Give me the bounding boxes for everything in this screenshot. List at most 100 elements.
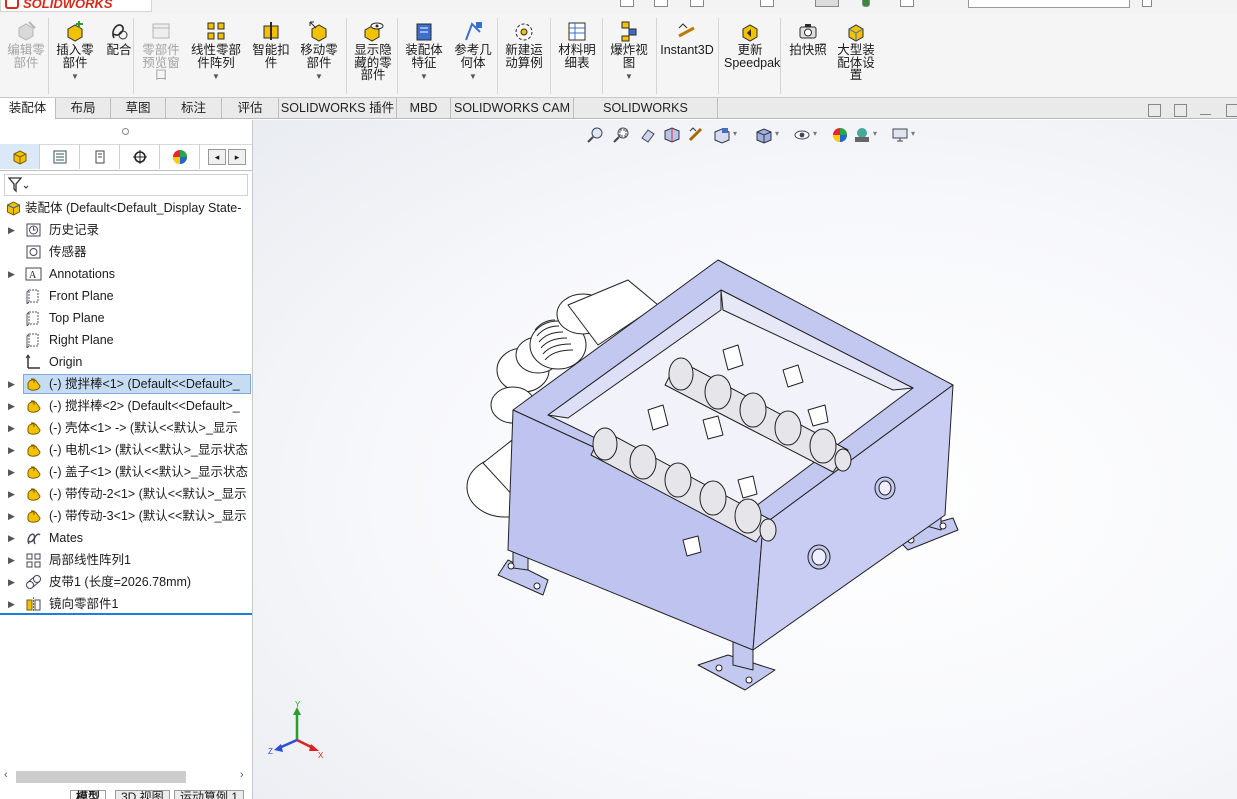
expand-arrow-icon[interactable]: ▶ xyxy=(8,373,15,395)
apply-scene-dropdown-icon[interactable]: ▾ xyxy=(873,129,877,138)
expand-arrow-icon[interactable]: ▶ xyxy=(8,505,15,527)
select-icon[interactable] xyxy=(815,0,839,7)
expand-arrow-icon[interactable]: ▶ xyxy=(8,417,15,439)
dynamic-annotation-icon[interactable] xyxy=(687,126,705,144)
tab-display-manager[interactable] xyxy=(160,144,200,169)
filter-icon[interactable] xyxy=(8,177,30,193)
apply-scene-icon[interactable] xyxy=(853,126,871,144)
tab-1[interactable]: 布局 xyxy=(56,98,111,119)
tree-item[interactable]: ▶ 历史记录 xyxy=(0,219,252,241)
toolbar-button-smart-fasteners[interactable]: 智能扣 件 xyxy=(249,20,293,96)
tab-dimxpert-manager[interactable] xyxy=(120,144,160,169)
help-icon[interactable] xyxy=(1142,0,1152,7)
search-input[interactable] xyxy=(968,0,1130,8)
tree-root[interactable]: 装配体 (Default<Default_Display State- xyxy=(0,197,252,219)
view-settings-icon[interactable] xyxy=(891,126,909,144)
minimize-icon[interactable] xyxy=(1200,114,1211,116)
rebuild-icon[interactable] xyxy=(862,0,870,7)
splitter-handle-icon[interactable] xyxy=(122,128,129,135)
scroll-left-icon[interactable]: ◂ xyxy=(208,149,226,165)
panel-splitter[interactable] xyxy=(0,120,252,145)
toolbar-button-assembly-feature[interactable]: 装配体 特征 ▼ xyxy=(402,20,446,96)
options-icon[interactable] xyxy=(900,0,914,7)
toolbar-button-insert-component[interactable]: 插入零 部件 ▼ xyxy=(54,20,96,96)
tree-item[interactable]: Top Plane xyxy=(0,307,252,329)
display-style-icon[interactable] xyxy=(755,126,773,144)
tree-item[interactable]: ▶ (-) 电机<1> (默认<<默认>_显示状态 xyxy=(0,439,252,461)
tree-item[interactable]: 传感器 xyxy=(0,241,252,263)
dropdown-arrow-icon[interactable]: ▼ xyxy=(451,71,495,84)
print-icon[interactable] xyxy=(760,0,774,7)
expand-arrow-icon[interactable]: ▶ xyxy=(8,593,15,615)
toolbar-button-component-preview[interactable]: 零部件 预览窗 口 xyxy=(139,20,183,96)
tree-item[interactable]: Front Plane xyxy=(0,285,252,307)
tree-item[interactable]: ▶ (-) 带传动-2<1> (默认<<默认>_显示 xyxy=(0,483,252,505)
scroll-right-arrow-icon[interactable]: › xyxy=(240,769,244,781)
tab-6[interactable]: MBD xyxy=(397,98,451,119)
tree-filter-input[interactable] xyxy=(4,174,248,196)
edit-appearance-icon[interactable] xyxy=(831,126,849,144)
toolbar-button-reference-geometry[interactable]: 参考几 何体 ▼ xyxy=(451,20,495,96)
tree-horizontal-scrollbar[interactable]: ‹ › xyxy=(0,768,252,786)
toolbar-button-show-hidden[interactable]: 显示隐 藏的零 部件 xyxy=(351,20,395,96)
tile-right-icon[interactable] xyxy=(1174,104,1187,117)
assembly-3d-model[interactable] xyxy=(453,250,973,720)
bottom-tab-1[interactable]: 3D 视图 xyxy=(115,790,170,799)
expand-arrow-icon[interactable]: ▶ xyxy=(8,483,15,505)
hide-show-items-icon[interactable] xyxy=(793,126,811,144)
tree-item[interactable]: Right Plane xyxy=(0,329,252,351)
dropdown-arrow-icon[interactable]: ▼ xyxy=(187,71,245,84)
expand-arrow-icon[interactable]: ▶ xyxy=(8,395,15,417)
expand-arrow-icon[interactable]: ▶ xyxy=(8,219,15,241)
tree-item[interactable]: ▶ 局部线性阵列1 xyxy=(0,549,252,571)
tab-0[interactable]: 装配体 xyxy=(0,98,56,119)
tab-property-manager[interactable] xyxy=(40,144,80,169)
tab-feature-manager[interactable] xyxy=(0,144,40,169)
expand-arrow-icon[interactable]: ▶ xyxy=(8,263,15,285)
open-file-icon[interactable] xyxy=(654,0,668,7)
tree-item[interactable]: ▶ (-) 搅拌棒<2> (Default<<Default>_ xyxy=(0,395,252,417)
toolbar-button-exploded-view[interactable]: 爆炸视 图 ▼ xyxy=(607,20,651,96)
save-icon[interactable] xyxy=(690,0,704,7)
graphics-area[interactable]: ▾ ▾ ▾ ▾ ▾ Y X Z xyxy=(253,120,1237,799)
expand-arrow-icon[interactable]: ▶ xyxy=(8,549,15,571)
new-file-icon[interactable] xyxy=(620,0,634,7)
tab-2[interactable]: 草图 xyxy=(111,98,166,119)
zoom-to-area-icon[interactable] xyxy=(613,126,631,144)
tree-item[interactable]: ▶ A Annotations xyxy=(0,263,252,285)
toolbar-button-large-assembly[interactable]: 大型装 配体设 置 xyxy=(834,20,878,96)
expand-arrow-icon[interactable]: ▶ xyxy=(8,527,15,549)
dropdown-arrow-icon[interactable]: ▼ xyxy=(54,71,96,84)
scrollbar-thumb[interactable] xyxy=(16,771,186,783)
dropdown-arrow-icon[interactable]: ▼ xyxy=(607,71,651,84)
hide-show-dropdown-icon[interactable]: ▾ xyxy=(813,129,817,138)
toolbar-button-speedpak[interactable]: 更新 Speedpak xyxy=(724,20,780,96)
previous-view-icon[interactable] xyxy=(639,126,657,144)
view-orientation-icon[interactable] xyxy=(713,126,731,144)
bottom-tab-0[interactable]: 模型 xyxy=(70,790,107,799)
dropdown-arrow-icon[interactable]: ▼ xyxy=(297,71,341,84)
tab-configuration-manager[interactable] xyxy=(80,144,120,169)
zoom-to-fit-icon[interactable] xyxy=(587,126,605,144)
solidworks-logo[interactable]: SOLIDWORKS xyxy=(0,0,152,12)
tree-item[interactable]: ▶ 镜向零部件1 xyxy=(0,593,252,615)
tab-8[interactable]: SOLIDWORKS Inspection xyxy=(574,98,718,136)
tab-7[interactable]: SOLIDWORKS CAM xyxy=(451,98,574,119)
dropdown-arrow-icon[interactable]: ▼ xyxy=(402,71,446,84)
tree-item[interactable]: ▶ (-) 搅拌棒<1> (Default<<Default>_ xyxy=(0,373,252,395)
view-settings-dropdown-icon[interactable]: ▾ xyxy=(911,129,915,138)
expand-arrow-icon[interactable]: ▶ xyxy=(8,571,15,593)
toolbar-button-bom[interactable]: 材料明 细表 xyxy=(555,20,599,96)
toolbar-button-mate[interactable]: 配合 xyxy=(103,20,135,96)
toolbar-button-move-component[interactable]: 移动零 部件 ▼ xyxy=(297,20,341,96)
tree-item[interactable]: ▶ (-) 带传动-3<1> (默认<<默认>_显示 xyxy=(0,505,252,527)
tree-item[interactable]: ▶ Mates xyxy=(0,527,252,549)
toolbar-button-edit-component[interactable]: 编辑零 部件 xyxy=(6,20,46,96)
tree-item[interactable]: ▶ (-) 盖子<1> (默认<<默认>_显示状态 xyxy=(0,461,252,483)
bottom-tab-2[interactable]: 运动算例 1 xyxy=(174,790,245,799)
restore-icon[interactable] xyxy=(1226,104,1237,117)
toolbar-button-instant3d[interactable]: Instant3D xyxy=(660,20,714,96)
tree-item[interactable]: Origin xyxy=(0,351,252,373)
toolbar-button-new-motion-study[interactable]: 新建运 动算例 xyxy=(502,20,546,96)
tab-3[interactable]: 标注 xyxy=(166,98,222,119)
